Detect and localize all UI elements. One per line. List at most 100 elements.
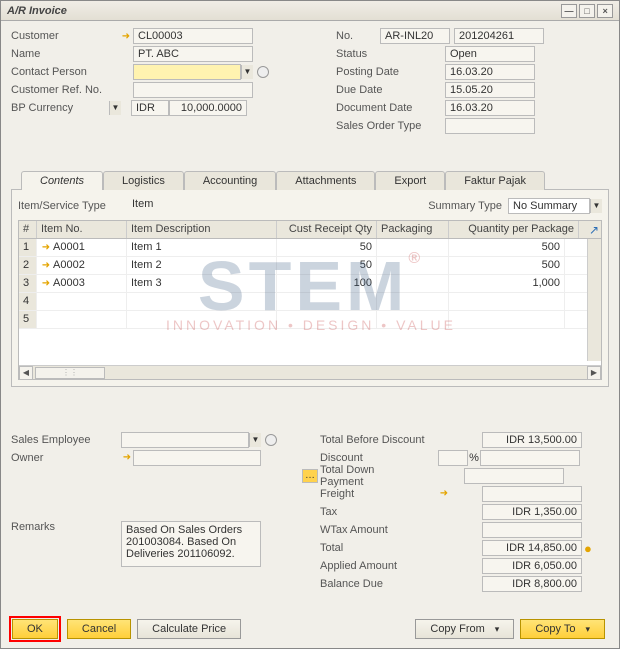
- salesemp-label: Sales Employee: [11, 434, 121, 446]
- table-row[interactable]: 5: [19, 311, 601, 329]
- freight-link-arrow-icon[interactable]: ➜: [438, 487, 450, 501]
- hscroll-right-icon[interactable]: ▶: [587, 366, 601, 380]
- col-pack[interactable]: Packaging: [377, 221, 449, 238]
- applied-value: IDR 6,050.00: [482, 558, 582, 574]
- hscroll-left-icon[interactable]: ◀: [19, 366, 33, 380]
- no-label: No.: [330, 30, 380, 42]
- remarks-field[interactable]: [121, 521, 261, 567]
- bal-label: Balance Due: [320, 578, 438, 590]
- cancel-button[interactable]: Cancel: [67, 619, 131, 639]
- tab-accounting[interactable]: Accounting: [184, 171, 276, 190]
- bpcurrency-type-dropdown-icon[interactable]: ▼: [109, 101, 121, 115]
- hscroll-thumb[interactable]: ⋮⋮: [35, 367, 105, 379]
- summary-dropdown-icon[interactable]: ▼: [590, 199, 602, 213]
- ok-highlight-box: OK: [9, 616, 61, 642]
- custref-field[interactable]: [133, 82, 253, 98]
- salesemp-field[interactable]: [121, 432, 249, 448]
- name-label: Name: [11, 48, 121, 60]
- table-row[interactable]: 4: [19, 293, 601, 311]
- ok-button[interactable]: OK: [12, 619, 58, 639]
- contact-field[interactable]: [133, 64, 241, 80]
- docnum-field[interactable]: 201204261: [454, 28, 544, 44]
- tab-pane-contents: Item/Service Type Item Summary Type No S…: [11, 189, 609, 387]
- customer-field[interactable]: CL00003: [133, 28, 253, 44]
- table-row[interactable]: 2➜A0002Item 250500: [19, 257, 601, 275]
- col-hash[interactable]: #: [19, 221, 37, 238]
- tdp-label: Total Down Payment: [320, 464, 420, 488]
- disc-value: [480, 450, 580, 466]
- total-value: IDR 14,850.00: [482, 540, 582, 556]
- tab-export[interactable]: Export: [375, 171, 445, 190]
- salesemp-dropdown-icon[interactable]: ▼: [249, 433, 261, 447]
- grid-vscrollbar[interactable]: [587, 239, 601, 361]
- calc-price-button[interactable]: Calculate Price: [137, 619, 241, 639]
- freight-value: [482, 486, 582, 502]
- link-arrow-icon[interactable]: ➜: [41, 278, 51, 289]
- tab-attachments[interactable]: Attachments: [276, 171, 375, 190]
- expand-grid-icon[interactable]: ↗: [589, 223, 599, 237]
- link-arrow-icon[interactable]: ➜: [41, 260, 51, 271]
- tbd-value: IDR 13,500.00: [482, 432, 582, 448]
- window-title: A/R Invoice: [7, 5, 559, 17]
- summary-value[interactable]: No Summary: [508, 198, 590, 214]
- col-custqty[interactable]: Cust Receipt Qty: [277, 221, 377, 238]
- col-desc[interactable]: Item Description: [127, 221, 277, 238]
- bpcurrency-label: BP Currency: [11, 102, 109, 114]
- contact-dropdown-icon[interactable]: ▼: [241, 65, 253, 79]
- wtax-value: [482, 522, 582, 538]
- disc-label: Discount: [320, 452, 438, 464]
- sot-field[interactable]: [445, 118, 535, 134]
- sot-label: Sales Order Type: [330, 120, 445, 132]
- col-itemno[interactable]: Item No.: [37, 221, 127, 238]
- grid-hscrollbar[interactable]: ◀ ⋮⋮ ▶: [19, 365, 601, 379]
- contact-label: Contact Person: [11, 66, 121, 78]
- tab-faktur[interactable]: Faktur Pajak: [445, 171, 545, 190]
- bpcurrency-field[interactable]: IDR: [131, 100, 169, 116]
- tab-contents[interactable]: Contents: [21, 171, 103, 190]
- bal-value: IDR 8,800.00: [482, 576, 582, 592]
- name-field[interactable]: PT. ABC: [133, 46, 253, 62]
- tbd-label: Total Before Discount: [320, 434, 438, 446]
- downpayment-picker-button[interactable]: …: [302, 469, 318, 483]
- tax-value: IDR 1,350.00: [482, 504, 582, 520]
- titlebar: A/R Invoice — □ ×: [1, 1, 619, 21]
- postdate-field[interactable]: 16.03.20: [445, 64, 535, 80]
- itemservice-value[interactable]: Item: [128, 198, 208, 214]
- salesemp-info-icon[interactable]: [265, 434, 277, 446]
- rate-field[interactable]: 10,000.0000: [169, 100, 247, 116]
- items-grid: ↗ # Item No. Item Description Cust Recei…: [18, 220, 602, 380]
- tdp-value: [464, 468, 564, 484]
- owner-link-arrow-icon[interactable]: ➜: [121, 451, 133, 465]
- postdate-label: Posting Date: [330, 66, 445, 78]
- copy-to-button[interactable]: Copy To: [520, 619, 605, 639]
- maximize-button[interactable]: □: [579, 4, 595, 18]
- coin-icon: ●: [584, 541, 592, 556]
- tab-logistics[interactable]: Logistics: [103, 171, 184, 190]
- tax-label: Tax: [320, 506, 438, 518]
- applied-label: Applied Amount: [320, 560, 438, 572]
- link-arrow-icon[interactable]: ➜: [121, 31, 131, 42]
- ar-invoice-window: A/R Invoice — □ × Customer ➜ CL00003 Nam…: [0, 0, 620, 649]
- table-row[interactable]: 3➜A0003Item 31001,000: [19, 275, 601, 293]
- wtax-label: WTax Amount: [320, 524, 438, 536]
- duedate-field[interactable]: 15.05.20: [445, 82, 535, 98]
- duedate-label: Due Date: [330, 84, 445, 96]
- disc-pct-field[interactable]: [438, 450, 468, 466]
- disc-pct-unit: %: [468, 452, 480, 464]
- link-arrow-icon[interactable]: ➜: [41, 242, 51, 253]
- copy-from-button[interactable]: Copy From: [415, 619, 514, 639]
- table-row[interactable]: 1➜A0001Item 150500: [19, 239, 601, 257]
- status-label: Status: [330, 48, 445, 60]
- status-field: Open: [445, 46, 535, 62]
- docdate-field[interactable]: 16.03.20: [445, 100, 535, 116]
- close-button[interactable]: ×: [597, 4, 613, 18]
- no-series-field[interactable]: AR-INL20: [380, 28, 450, 44]
- col-qpp[interactable]: Quantity per Package: [449, 221, 579, 238]
- freight-label: Freight: [320, 488, 438, 500]
- minimize-button[interactable]: —: [561, 4, 577, 18]
- owner-field[interactable]: [133, 450, 261, 466]
- contact-info-icon[interactable]: [257, 66, 269, 78]
- docdate-label: Document Date: [330, 102, 445, 114]
- total-label: Total: [320, 542, 438, 554]
- itemservice-label: Item/Service Type: [18, 200, 128, 212]
